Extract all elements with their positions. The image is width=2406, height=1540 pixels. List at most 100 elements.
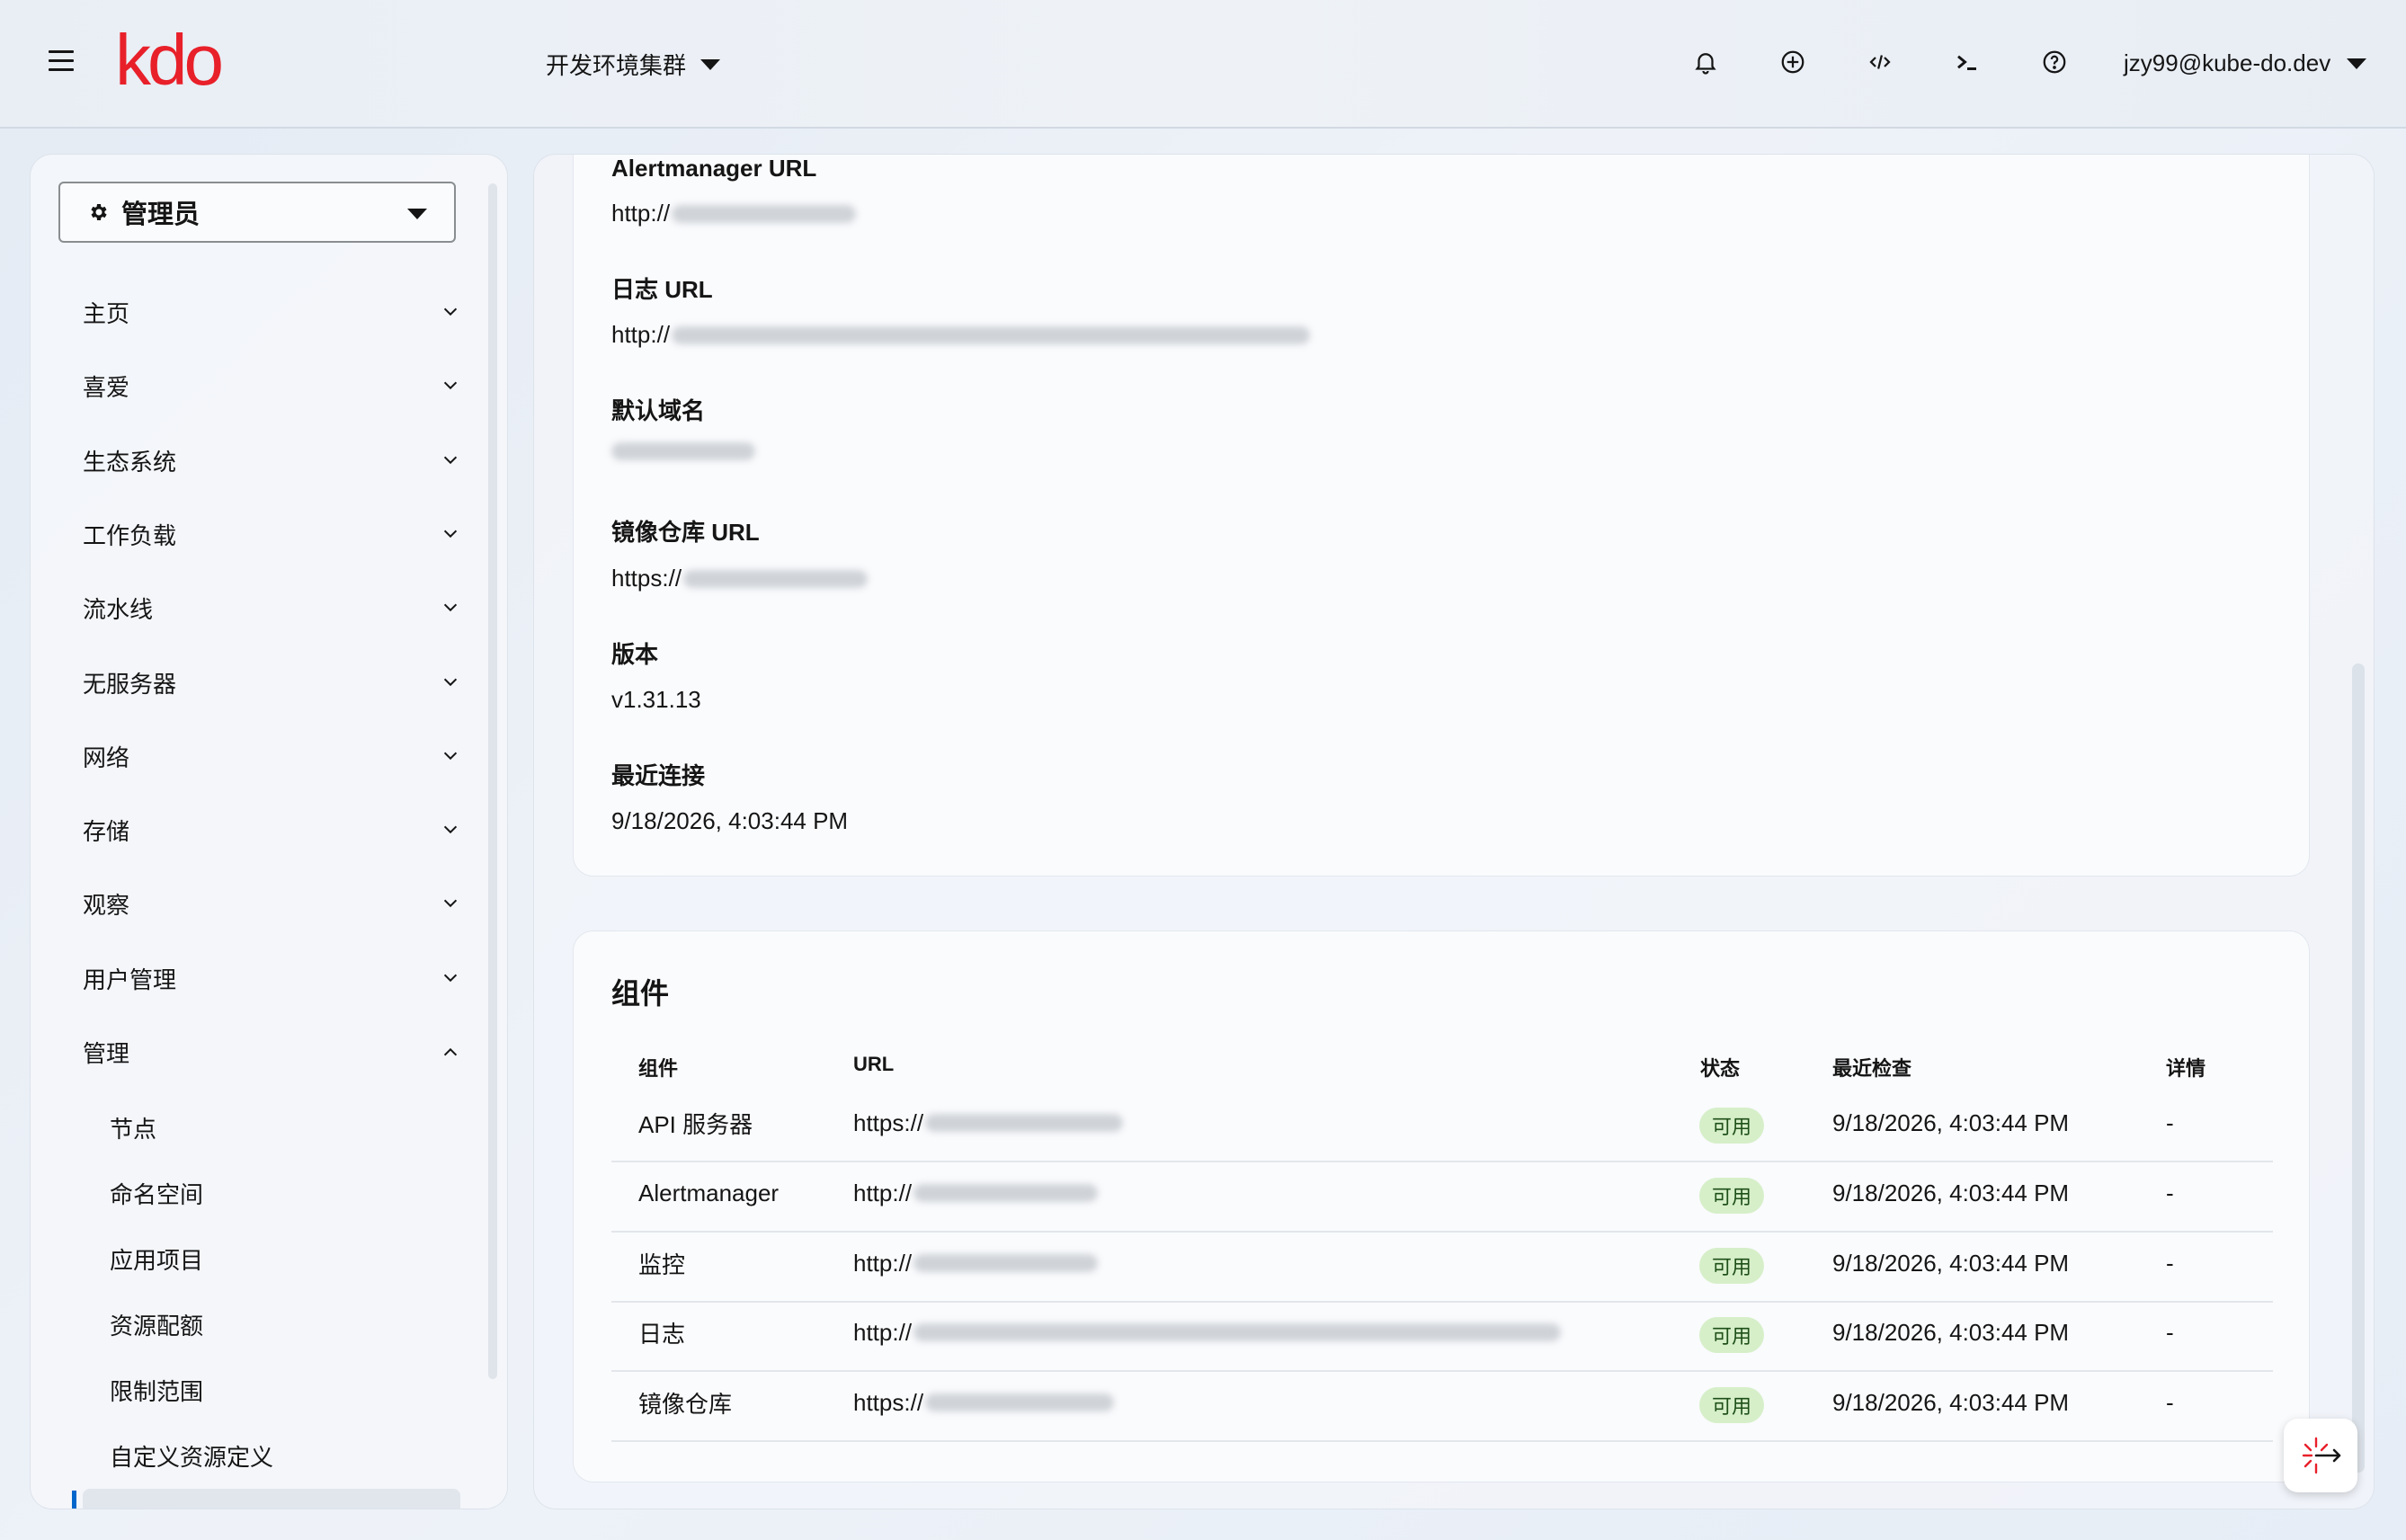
- component-url: https://: [853, 1384, 1115, 1420]
- sidebar-item-networking[interactable]: 网络: [83, 734, 460, 779]
- sidebar-item-label: 流水线: [83, 595, 154, 623]
- component-url: http://: [853, 1175, 1099, 1211]
- last-checked: 9/18/2026, 4:03:44 PM: [1832, 1318, 2070, 1346]
- components-title: 组件: [611, 977, 670, 1010]
- sidebar-active-item[interactable]: [83, 1489, 460, 1509]
- sidebar-item-favorites[interactable]: 喜爱: [83, 363, 460, 408]
- component-url: http://: [853, 1314, 1562, 1350]
- column-header-last-checked: 最近检查: [1832, 1057, 1912, 1080]
- sidebar-subitem-app-projects[interactable]: 应用项目: [110, 1242, 203, 1276]
- bell-icon[interactable]: [1690, 47, 1721, 77]
- version-label: 版本: [611, 641, 659, 668]
- details-value: -: [2166, 1108, 2174, 1136]
- sidebar-item-label: 网络: [83, 743, 130, 771]
- code-icon[interactable]: [1865, 47, 1895, 77]
- logging-url-label: 日志 URL: [611, 276, 713, 303]
- alertmanager-url-label: Alertmanager URL: [611, 155, 817, 182]
- last-checked: 9/18/2026, 4:03:44 PM: [1832, 1108, 2070, 1136]
- registry-url-label: 镜像仓库 URL: [611, 519, 760, 546]
- cluster-details-card: [574, 155, 2309, 876]
- default-domain-label: 默认域名: [611, 397, 706, 424]
- chevron-down-icon: [443, 307, 458, 316]
- hamburger-menu-icon[interactable]: [49, 50, 74, 74]
- chevron-down-icon: [443, 530, 458, 539]
- version-value: v1.31.13: [611, 686, 701, 713]
- sidebar-subitem-nodes[interactable]: 节点: [110, 1111, 156, 1144]
- sidebar-subitem-limit-ranges[interactable]: 限制范围: [110, 1374, 203, 1407]
- sidebar-item-label: 无服务器: [83, 670, 177, 698]
- cluster-name: 开发环境集群: [546, 52, 687, 79]
- component-name: 日志: [638, 1320, 686, 1348]
- component-name: 镜像仓库: [638, 1390, 733, 1418]
- sidebar-subitem-namespaces[interactable]: 命名空间: [110, 1177, 203, 1210]
- sidebar-item-serverless[interactable]: 无服务器: [83, 660, 460, 705]
- status-badge: 可用: [1699, 1108, 1764, 1144]
- details-value: -: [2166, 1388, 2174, 1416]
- sidebar-subitem-resource-quotas[interactable]: 资源配额: [110, 1308, 203, 1341]
- component-url: https://: [853, 1105, 1124, 1141]
- component-url: http://: [853, 1245, 1099, 1281]
- brand-logo[interactable]: kdo: [115, 20, 224, 101]
- sidebar-subitem-crds[interactable]: 自定义资源定义: [110, 1439, 273, 1473]
- column-header-details: 详情: [2166, 1057, 2206, 1080]
- sidebar-item-home[interactable]: 主页: [83, 289, 460, 334]
- row-divider: [611, 1440, 2273, 1442]
- perspective-selector[interactable]: 管理员: [58, 182, 456, 243]
- details-value: -: [2166, 1249, 2174, 1277]
- sidebar-item-label: 喜爱: [83, 373, 130, 401]
- details-value: -: [2166, 1179, 2174, 1206]
- component-name: 监控: [638, 1251, 686, 1278]
- main-content: Alertmanager URL http:// 日志 URL http:// …: [534, 155, 2374, 1509]
- help-icon[interactable]: [2039, 47, 2070, 77]
- registry-url-value: https://: [611, 565, 869, 592]
- sidebar-scrollbar[interactable]: [488, 183, 497, 1379]
- alertmanager-url-value: http://: [611, 200, 857, 227]
- status-badge: 可用: [1699, 1317, 1764, 1353]
- plus-circle-icon[interactable]: [1778, 47, 1808, 77]
- sidebar-item-label: 用户管理: [83, 966, 177, 993]
- status-badge: 可用: [1699, 1178, 1764, 1214]
- quick-action-button[interactable]: [2284, 1419, 2357, 1492]
- sidebar-item-user-management[interactable]: 用户管理: [83, 956, 460, 1001]
- sidebar-item-label: 工作负载: [83, 521, 177, 549]
- sidebar-item-label: 观察: [83, 891, 130, 919]
- chevron-down-icon: [443, 825, 458, 834]
- row-divider: [611, 1370, 2273, 1372]
- chevron-down-icon: [443, 456, 458, 465]
- chevron-up-icon: [443, 1047, 458, 1056]
- caret-down-icon: [407, 209, 427, 219]
- component-name: Alertmanager: [638, 1179, 780, 1206]
- sidebar-item-label: 主页: [83, 299, 130, 327]
- cluster-selector[interactable]: 开发环境集群: [546, 48, 721, 81]
- column-header-component: 组件: [638, 1057, 679, 1080]
- main-scrollbar[interactable]: [2352, 663, 2365, 1473]
- sidebar: 管理员 主页 喜爱 生态系统 工作负载 流水线 无服务器 网络 存储 观察 用户…: [31, 155, 507, 1509]
- last-connected-value: 9/18/2026, 4:03:44 PM: [611, 807, 849, 834]
- sidebar-item-storage[interactable]: 存储: [83, 807, 460, 852]
- gear-icon: [91, 204, 107, 220]
- sidebar-item-pipelines[interactable]: 流水线: [83, 585, 460, 630]
- burst-arrow-icon: [2302, 1437, 2341, 1474]
- sidebar-item-label: 生态系统: [83, 448, 177, 476]
- component-name: API 服务器: [638, 1110, 753, 1138]
- sidebar-item-ecosystem[interactable]: 生态系统: [83, 438, 460, 483]
- caret-down-icon: [700, 58, 721, 70]
- sidebar-item-administration[interactable]: 管理: [83, 1029, 460, 1074]
- sidebar-item-workloads[interactable]: 工作负载: [83, 512, 460, 556]
- chevron-down-icon: [443, 974, 458, 983]
- last-checked: 9/18/2026, 4:03:44 PM: [1832, 1249, 2070, 1277]
- chevron-down-icon: [443, 603, 458, 612]
- sidebar-item-label: 存储: [83, 817, 130, 845]
- chevron-down-icon: [443, 678, 458, 687]
- last-connected-label: 最近连接: [611, 762, 706, 789]
- terminal-icon[interactable]: [1952, 47, 1983, 77]
- sidebar-item-observe[interactable]: 观察: [83, 881, 460, 926]
- chevron-down-icon: [443, 899, 458, 908]
- logging-url-value: http://: [611, 321, 1311, 349]
- user-name: jzy99@kube-do.dev: [2124, 49, 2331, 76]
- chevron-down-icon: [443, 381, 458, 390]
- status-badge: 可用: [1699, 1387, 1764, 1423]
- user-menu[interactable]: jzy99@kube-do.dev: [2124, 49, 2367, 77]
- default-domain-value: [611, 442, 755, 460]
- sidebar-item-label: 管理: [83, 1039, 130, 1067]
